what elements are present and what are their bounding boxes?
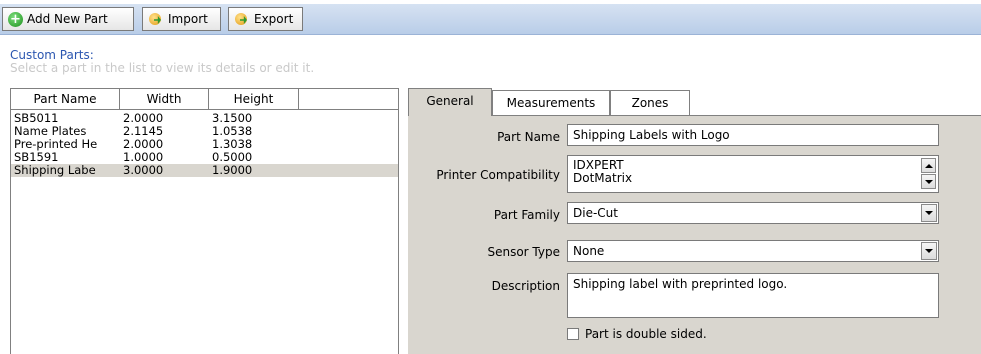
tab-general[interactable]: General: [408, 88, 492, 116]
table-row[interactable]: Name Plates 2.1145 1.0538: [11, 125, 398, 138]
custom-parts-hint: Select a part in the list to view its de…: [10, 61, 315, 75]
cell-height: 1.3038: [212, 138, 253, 151]
cell-part-name: SB5011: [14, 112, 59, 125]
sensor-type-label: Sensor Type: [487, 245, 560, 259]
cell-part-name: Pre-printed He: [14, 138, 98, 151]
column-header-height[interactable]: Height: [209, 89, 299, 109]
cell-height: 3.1500: [212, 112, 253, 125]
general-panel: [408, 115, 981, 354]
table-row[interactable]: SB5011 2.0000 3.1500: [11, 112, 398, 125]
printer-compatibility-label: Printer Compatibility: [436, 168, 560, 182]
sensor-type-dropdown-button[interactable]: [921, 242, 937, 260]
description-label: Description: [491, 279, 560, 293]
part-family-select[interactable]: Die-Cut: [567, 202, 939, 224]
column-header-part-name[interactable]: Part Name: [11, 89, 120, 109]
part-family-value: Die-Cut: [573, 206, 618, 220]
toolbar: + Add New Part Import Export: [0, 0, 981, 40]
cell-width: 3.0000: [123, 164, 164, 177]
part-family-dropdown-button[interactable]: [921, 204, 937, 222]
cell-part-name: SB1591: [14, 151, 59, 164]
part-name-input[interactable]: Shipping Labels with Logo: [567, 124, 939, 146]
double-sided-checkbox[interactable]: [567, 328, 579, 340]
chevron-down-icon: [925, 249, 933, 253]
column-header-empty: [299, 89, 398, 109]
cell-height: 1.0538: [212, 125, 253, 138]
chevron-down-icon: [924, 179, 933, 184]
export-icon: [234, 11, 250, 27]
part-name-label: Part Name: [497, 130, 560, 144]
import-label: Import: [168, 12, 208, 26]
part-family-label: Part Family: [493, 208, 560, 222]
cell-width: 2.0000: [123, 112, 164, 125]
parts-list[interactable]: Part Name Width Height SB5011 2.0000 3.1…: [10, 88, 399, 354]
scroll-up-button[interactable]: [921, 158, 936, 173]
add-new-part-button[interactable]: + Add New Part: [2, 7, 134, 31]
import-icon: [148, 11, 164, 27]
chevron-up-icon: [924, 163, 933, 168]
scroll-down-button[interactable]: [921, 174, 936, 189]
cell-height: 0.5000: [212, 151, 253, 164]
sensor-type-value: None: [573, 244, 605, 258]
cell-width: 2.1145: [123, 125, 164, 138]
double-sided-label: Part is double sided.: [585, 327, 707, 341]
parts-list-header: Part Name Width Height: [11, 89, 398, 110]
description-textarea[interactable]: Shipping label with preprinted logo.: [567, 273, 939, 318]
custom-parts-title: Custom Parts:: [10, 48, 94, 62]
printer-compatibility-list[interactable]: IDXPERT DotMatrix: [567, 155, 939, 193]
sensor-type-select[interactable]: None: [567, 240, 939, 262]
cell-part-name: Name Plates: [14, 125, 87, 138]
cell-width: 1.0000: [123, 151, 164, 164]
cell-part-name: Shipping Labe: [14, 164, 96, 177]
column-header-width[interactable]: Width: [120, 89, 209, 109]
chevron-down-icon: [925, 211, 933, 215]
tab-measurements[interactable]: Measurements: [492, 90, 610, 115]
printer-item[interactable]: DotMatrix: [573, 172, 938, 185]
export-button[interactable]: Export: [228, 7, 303, 31]
table-row[interactable]: Pre-printed He 2.0000 1.3038: [11, 138, 398, 151]
table-row-selected[interactable]: Shipping Labe 3.0000 1.9000: [11, 164, 398, 177]
add-icon: +: [8, 11, 23, 27]
import-button[interactable]: Import: [142, 7, 221, 31]
add-new-part-label: Add New Part: [27, 12, 108, 26]
tab-zones[interactable]: Zones: [610, 90, 690, 115]
cell-width: 2.0000: [123, 138, 164, 151]
table-row[interactable]: SB1591 1.0000 0.5000: [11, 151, 398, 164]
cell-height: 1.9000: [212, 164, 253, 177]
export-label: Export: [254, 12, 294, 26]
